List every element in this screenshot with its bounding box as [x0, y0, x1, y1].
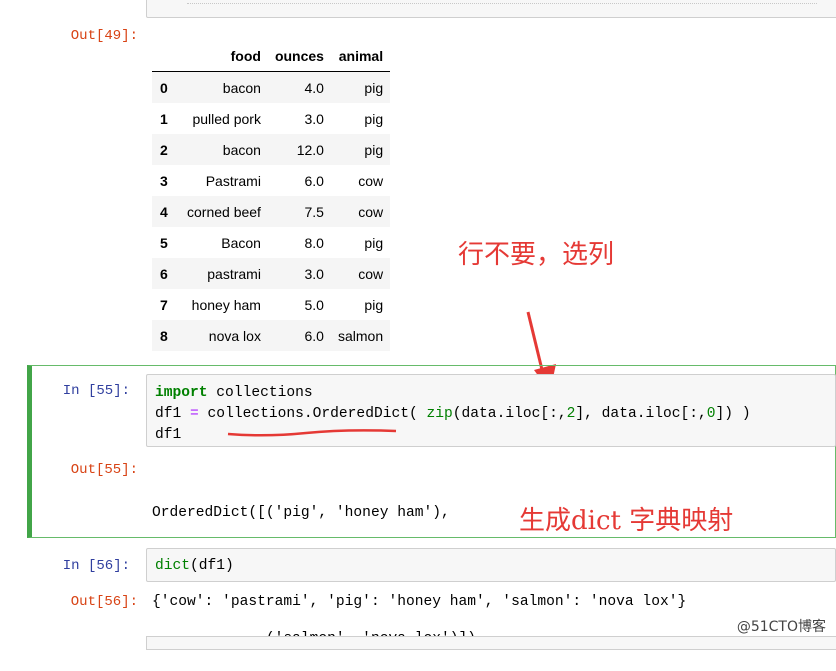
- cell-ounces: 3.0: [304, 110, 324, 127]
- cell-animal: pig: [364, 234, 384, 251]
- dict-args: (df1): [190, 558, 234, 574]
- dataframe-table: food ounces animal 0 bacon 4.0 pig 1 pulled p…: [152, 40, 391, 351]
- cell-ounces: 3.0: [304, 265, 324, 282]
- annotation-select-columns: 行不要，选列: [458, 240, 615, 270]
- input-prompt-56: In [56]:: [62, 558, 130, 574]
- table-row: 2 bacon 12.0 pig: [152, 134, 391, 165]
- cell-animal: cow: [358, 265, 384, 282]
- variable-df1: df1: [155, 406, 191, 422]
- operator-equals: =: [190, 406, 199, 422]
- cell-animal: pig: [364, 79, 384, 96]
- table-row: 3 Pastrami 6.0 cow: [152, 165, 390, 196]
- code-line-2: df1 = collections.OrderedDict( zip(data.…: [155, 404, 835, 425]
- output-prompt-56: Out[56]:: [70, 594, 138, 610]
- table-header-row: food ounces animal: [152, 40, 391, 72]
- cell-food: corned beef: [187, 203, 261, 220]
- builtin-dict: dict: [155, 558, 191, 574]
- module-name: collections: [207, 385, 313, 401]
- cell-food: bacon: [222, 79, 261, 96]
- cell-food: Bacon: [221, 234, 261, 251]
- index-header: [152, 40, 180, 72]
- row-index: 4: [160, 203, 168, 220]
- closing-parens: ]) ): [715, 406, 751, 422]
- cell-ounces: 12.0: [296, 141, 324, 158]
- dict-output: {'cow': 'pastrami', 'pig': 'honey ham', …: [152, 594, 687, 610]
- underline-annotation: [227, 429, 397, 437]
- annotation-generate-dict: 生成dict 字典映射: [519, 506, 734, 536]
- column-header-ounces: ounces: [267, 40, 331, 72]
- cell-food: bacon: [222, 141, 261, 158]
- code-line-1: import collections: [155, 383, 835, 404]
- row-index: 3: [160, 172, 168, 189]
- cell-food: Pastrami: [205, 172, 261, 189]
- table-row: 5 Bacon 8.0 pig: [152, 227, 390, 258]
- iloc-part-2: ], data.iloc[:,: [575, 406, 707, 422]
- table-row: 4 corned beef 7.5 cow: [152, 196, 391, 227]
- cell-ounces: 6.0: [304, 172, 324, 189]
- table-row: 6 pastrami 3.0 cow: [152, 258, 391, 289]
- input-prompt-55: In [55]:: [62, 383, 130, 399]
- cell-animal: cow: [358, 203, 384, 220]
- cell-food: nova lox: [208, 327, 261, 344]
- cell-ounces: 8.0: [304, 234, 324, 251]
- column-header-animal: animal: [330, 40, 391, 72]
- table-row: 8 nova lox 6.0 salmon: [152, 320, 391, 351]
- row-index: 6: [160, 265, 168, 282]
- cell-animal: pig: [364, 110, 384, 127]
- table-row: 1 pulled pork 3.0 pig: [152, 103, 390, 134]
- ordereddict-call: collections.OrderedDict(: [198, 406, 427, 422]
- previous-code-input[interactable]: [146, 0, 836, 18]
- cell-animal: pig: [364, 296, 384, 313]
- row-index: 8: [160, 327, 168, 344]
- next-code-input[interactable]: [146, 636, 836, 650]
- cell-food: pulled pork: [192, 110, 261, 127]
- output-line-1: OrderedDict([('pig', 'honey ham'),: [152, 505, 450, 521]
- cell-animal: cow: [358, 172, 384, 189]
- table-row: 7 honey ham 5.0 pig: [152, 289, 390, 320]
- output-prompt-49: Out[49]:: [70, 28, 138, 44]
- code-input-56[interactable]: dict(df1): [146, 548, 836, 582]
- number-0: 0: [706, 406, 716, 422]
- builtin-zip: zip: [426, 406, 453, 422]
- row-index: 5: [160, 234, 168, 251]
- cell-ounces: 5.0: [304, 296, 324, 313]
- cell-animal: salmon: [337, 327, 384, 344]
- code-line-dict: dict(df1): [155, 556, 835, 577]
- keyword-import: import: [155, 385, 208, 401]
- cell-ounces: 7.5: [304, 203, 324, 220]
- row-index: 2: [160, 141, 168, 158]
- row-index: 1: [160, 110, 168, 127]
- cell-ounces: 6.0: [304, 327, 324, 344]
- row-index: 7: [160, 296, 168, 313]
- cell-food: honey ham: [191, 296, 261, 313]
- table-row: 0 bacon 4.0 pig: [152, 71, 391, 103]
- column-header-food: food: [180, 40, 268, 72]
- cell-animal: pig: [364, 141, 384, 158]
- iloc-part-1: (data.iloc[:,: [452, 406, 567, 422]
- output-prompt-55: Out[55]:: [70, 462, 138, 478]
- watermark: @51CTO博客: [736, 619, 826, 635]
- cell-ounces: 4.0: [304, 79, 324, 96]
- cell-food: pastrami: [207, 265, 261, 282]
- truncated-code-line: [187, 0, 817, 4]
- row-index: 0: [160, 79, 168, 96]
